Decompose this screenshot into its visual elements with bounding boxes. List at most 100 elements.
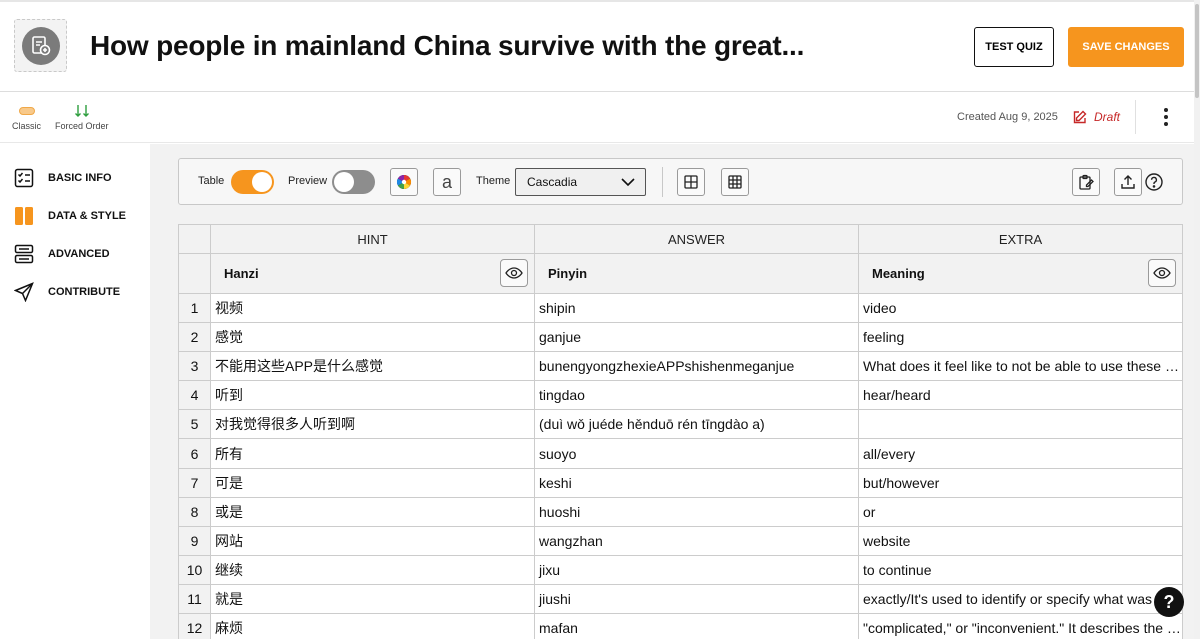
answer-cell[interactable]: wangzhan bbox=[534, 525, 859, 556]
answer-cell[interactable]: (duì wǒ juéde hěnduō rén tīngdào a) bbox=[534, 409, 859, 440]
row-number: 10 bbox=[178, 554, 211, 585]
hint-cell[interactable]: 可是 bbox=[210, 467, 535, 498]
column-header-hanzi[interactable]: Hanzi bbox=[210, 253, 535, 294]
row-number: 7 bbox=[178, 467, 211, 498]
help-circle-icon[interactable] bbox=[1144, 172, 1164, 192]
column-header-meaning[interactable]: Meaning bbox=[858, 253, 1183, 294]
answer-cell[interactable]: keshi bbox=[534, 467, 859, 498]
test-quiz-button[interactable]: TEST QUIZ bbox=[974, 27, 1054, 67]
answer-cell[interactable]: ganjue bbox=[534, 322, 859, 353]
extra-cell[interactable] bbox=[858, 409, 1183, 440]
grid-layout-button[interactable] bbox=[677, 168, 705, 196]
hint-cell[interactable]: 网站 bbox=[210, 525, 535, 556]
help-button[interactable]: ? bbox=[1154, 587, 1184, 617]
sliders-icon bbox=[14, 244, 34, 264]
mode-classic[interactable]: Classic bbox=[12, 101, 41, 131]
row-number: 12 bbox=[178, 613, 211, 639]
scrollbar-thumb[interactable] bbox=[1195, 4, 1199, 98]
export-button[interactable] bbox=[1114, 168, 1142, 196]
extra-cell[interactable]: "complicated," or "inconvenient." It des… bbox=[858, 613, 1183, 639]
eye-icon bbox=[505, 267, 523, 279]
answer-cell[interactable]: jixu bbox=[534, 554, 859, 585]
hint-cell[interactable]: 继续 bbox=[210, 554, 535, 585]
hint-cell[interactable]: 所有 bbox=[210, 438, 535, 469]
sidebar-item-advanced[interactable]: ADVANCED bbox=[14, 244, 110, 264]
top-divider bbox=[0, 0, 1200, 2]
upload-icon bbox=[1121, 175, 1135, 189]
hint-cell[interactable]: 就是 bbox=[210, 583, 535, 615]
theme-select[interactable]: Cascadia bbox=[515, 168, 646, 196]
table-row: 10 继续 jixu to continue bbox=[178, 554, 1183, 585]
font-button[interactable]: a bbox=[433, 168, 461, 196]
forced-order-label: Forced Order bbox=[55, 121, 109, 131]
app-header: How people in mainland China survive wit… bbox=[0, 0, 1200, 92]
extra-cell[interactable]: all/every bbox=[858, 438, 1183, 469]
extra-cell[interactable]: video bbox=[858, 292, 1183, 324]
hint-cell[interactable]: 视频 bbox=[210, 292, 535, 324]
color-palette-button[interactable] bbox=[390, 168, 418, 196]
extra-cell[interactable]: hear/heard bbox=[858, 380, 1183, 411]
group-header-hint: HINT bbox=[210, 224, 535, 254]
answer-cell[interactable]: shipin bbox=[534, 292, 859, 324]
answer-cell[interactable]: tingdao bbox=[534, 380, 859, 411]
save-changes-button[interactable]: SAVE CHANGES bbox=[1068, 27, 1184, 67]
table-row: 8 或是 huoshi or bbox=[178, 496, 1183, 527]
meta-divider bbox=[1135, 100, 1136, 134]
sidebar-item-label: ADVANCED bbox=[48, 248, 110, 260]
paste-data-button[interactable] bbox=[1072, 168, 1100, 196]
row-number: 11 bbox=[178, 583, 211, 615]
toolbar-divider bbox=[662, 167, 663, 197]
page-title: How people in mainland China survive wit… bbox=[90, 30, 805, 61]
extra-cell[interactable]: or bbox=[858, 496, 1183, 527]
table-row: 2 感觉 ganjue feeling bbox=[178, 322, 1183, 353]
eye-icon bbox=[1153, 267, 1171, 279]
hint-cell[interactable]: 或是 bbox=[210, 496, 535, 527]
table-toggle[interactable] bbox=[231, 170, 274, 194]
answer-cell[interactable]: mafan bbox=[534, 613, 859, 639]
sidebar-item-data-style[interactable]: DATA & STYLE bbox=[14, 206, 126, 226]
toggle-hint-visibility-button[interactable] bbox=[500, 259, 528, 287]
sidebar-item-label: DATA & STYLE bbox=[48, 210, 127, 222]
more-options-icon[interactable] bbox=[1156, 104, 1176, 130]
data-grid: HINT ANSWER EXTRA Hanzi Pinyin Meaning 1… bbox=[178, 224, 1183, 639]
extra-cell[interactable]: feeling bbox=[858, 322, 1183, 353]
extra-cell[interactable]: exactly/It's used to identify or specify… bbox=[858, 583, 1183, 615]
row-number: 6 bbox=[178, 438, 211, 469]
table-row: 11 就是 jiushi exactly/It's used to identify … bbox=[178, 583, 1183, 615]
hint-cell[interactable]: 听到 bbox=[210, 380, 535, 411]
answer-cell[interactable]: bunengyongzhexieAPPshishenmeganjue bbox=[534, 351, 859, 382]
table-row: 5 对我觉得很多人听到啊 (duì wǒ juéde hěnduō rén tīng… bbox=[178, 409, 1183, 440]
table-row: 6 所有 suoyo all/every bbox=[178, 438, 1183, 469]
table-row: 7 可是 keshi but/however bbox=[178, 467, 1183, 498]
draft-status[interactable]: Draft bbox=[1072, 109, 1120, 125]
answer-cell[interactable]: jiushi bbox=[534, 583, 859, 615]
extra-cell[interactable]: to continue bbox=[858, 554, 1183, 585]
quiz-image-upload[interactable] bbox=[14, 19, 67, 72]
table-toggle-label: Table bbox=[198, 175, 225, 187]
sidebar-item-contribute[interactable]: CONTRIBUTE bbox=[14, 282, 120, 302]
hint-cell[interactable]: 不能用这些APP是什么感觉 bbox=[210, 351, 535, 382]
hint-cell[interactable]: 感觉 bbox=[210, 322, 535, 353]
extra-cell[interactable]: website bbox=[858, 525, 1183, 556]
page-scrollbar[interactable] bbox=[1194, 0, 1200, 639]
columns-layout-button[interactable] bbox=[721, 168, 749, 196]
group-header-answer: ANSWER bbox=[534, 224, 859, 254]
extra-cell[interactable]: What does it feel like to not be able to… bbox=[858, 351, 1183, 382]
answer-cell[interactable]: huoshi bbox=[534, 496, 859, 527]
mode-forced-order[interactable]: Forced Order bbox=[55, 101, 109, 131]
sidebar-item-label: BASIC INFO bbox=[48, 172, 112, 184]
column-header-label: Pinyin bbox=[548, 266, 588, 281]
toggle-extra-visibility-button[interactable] bbox=[1148, 259, 1176, 287]
extra-cell[interactable]: but/however bbox=[858, 467, 1183, 498]
hint-cell[interactable]: 麻烦 bbox=[210, 613, 535, 639]
sidebar-item-basic-info[interactable]: BASIC INFO bbox=[14, 168, 112, 188]
preview-toggle[interactable] bbox=[332, 170, 375, 194]
columns-grid-icon bbox=[728, 175, 742, 189]
hint-cell[interactable]: 对我觉得很多人听到啊 bbox=[210, 409, 535, 440]
table-row: 4 听到 tingdao hear/heard bbox=[178, 380, 1183, 411]
table-row: 3 不能用这些APP是什么感觉 bunengyongzhexieAPPshishen… bbox=[178, 351, 1183, 382]
column-header-pinyin[interactable]: Pinyin bbox=[534, 253, 859, 294]
created-date: Created Aug 9, 2025 bbox=[957, 111, 1058, 123]
grid-corner bbox=[178, 224, 211, 254]
answer-cell[interactable]: suoyo bbox=[534, 438, 859, 469]
